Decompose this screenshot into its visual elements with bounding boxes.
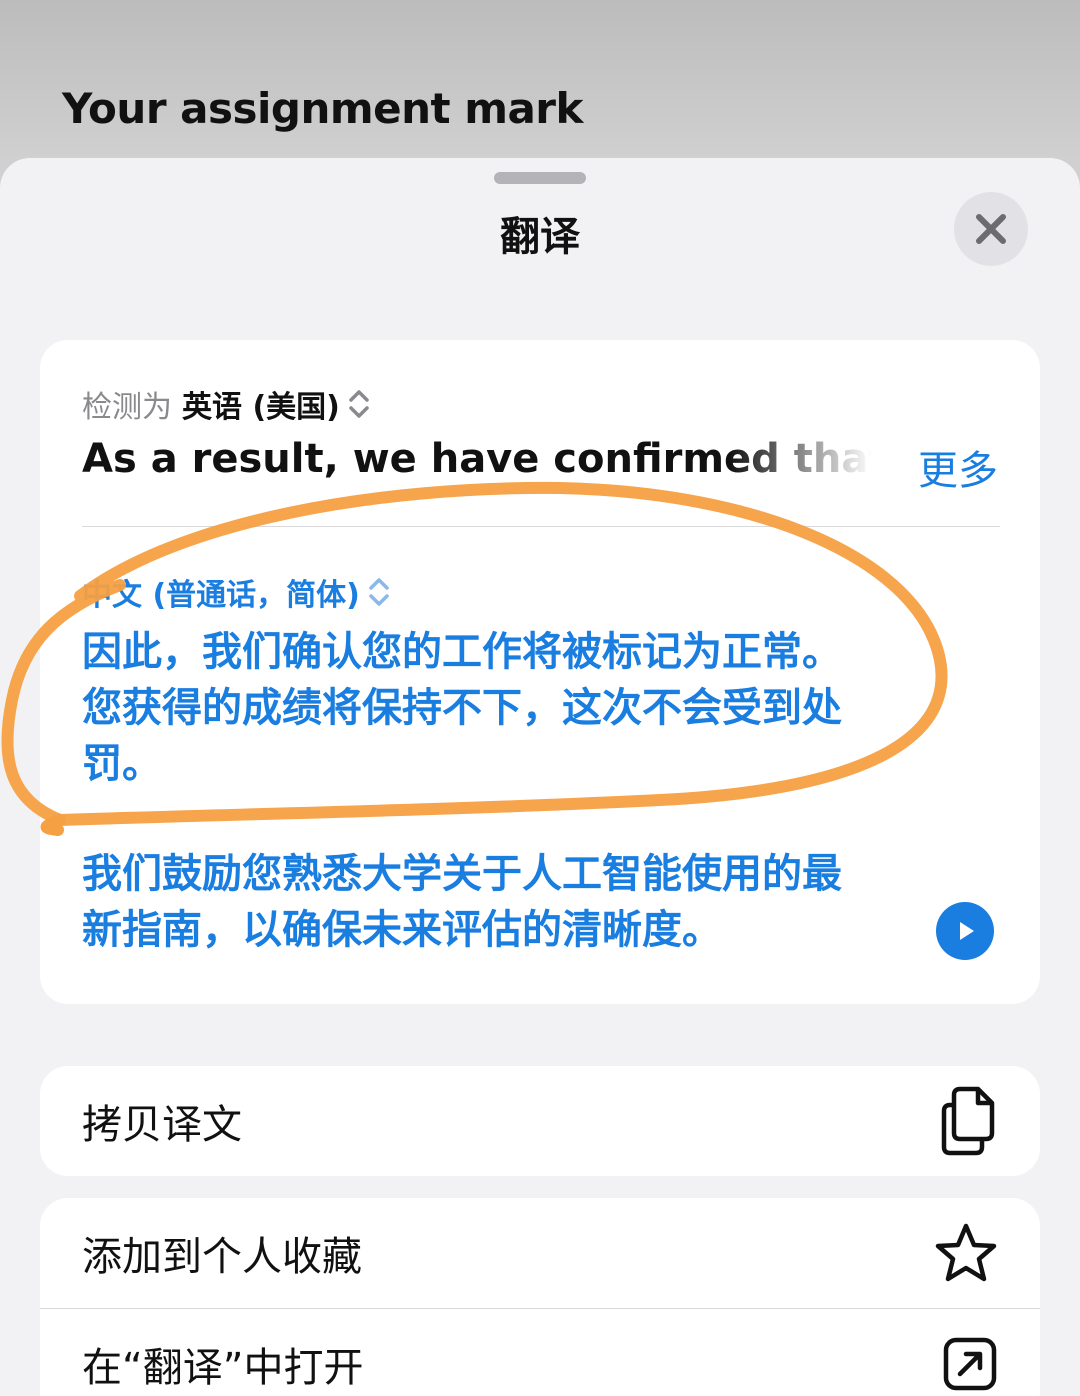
divider [82,526,1000,527]
translated-text: 因此，我们确认您的工作将被标记为正常。您获得的成绩将保持不下，这次不会受到处罚。… [82,624,872,1012]
sheet-grabber[interactable] [494,172,586,184]
translate-sheet: 翻译 检测为 英语 (美国) As a result, we have conf… [0,158,1080,1396]
copy-icon [938,1085,998,1157]
sheet-title: 翻译 [500,214,580,260]
play-icon [960,922,974,940]
chevron-up-down-icon [368,576,390,608]
background-page-title: Your assignment mark [62,84,583,133]
add-to-favorites-button[interactable]: 添加到个人收藏 [40,1198,1040,1308]
action-label: 拷贝译文 [82,1102,242,1148]
translation-card: 检测为 英语 (美国) As a result, we have confirm… [40,340,1040,1004]
action-label: 添加到个人收藏 [82,1234,362,1280]
play-button[interactable] [936,902,994,960]
action-label: 在“翻译”中打开 [82,1345,364,1391]
translation-paragraph: 因此，我们确认您的工作将被标记为正常。您获得的成绩将保持不下，这次不会受到处罚。 [82,629,842,787]
open-external-icon [942,1336,998,1392]
more-button[interactable]: 更多 [918,438,998,496]
chevron-up-down-icon [348,388,370,420]
source-language-selector[interactable]: 检测为 英语 (美国) [82,382,370,426]
close-button[interactable] [954,192,1028,266]
detected-label: 检测为 [82,390,172,425]
copy-translation-button[interactable]: 拷贝译文 [40,1066,1040,1176]
target-language-selector[interactable]: 中文 (普通话，简体) [82,570,390,614]
open-in-translate-button[interactable]: 在“翻译”中打开 [40,1309,1040,1396]
screen: Your assignment mark 翻译 检测为 英语 (美国) As a… [0,0,1080,1396]
translation-paragraph: 我们鼓励您熟悉大学关于人工智能使用的最新指南，以确保未来评估的清晰度。 [82,851,842,953]
copy-action-card: 拷贝译文 [40,1066,1040,1176]
target-language: 中文 (普通话，简体) [82,578,360,613]
source-text: As a result, we have confirmed that y [82,436,872,482]
close-icon [976,214,1006,244]
star-icon [934,1222,998,1284]
source-language: 英语 (美国) [182,390,340,425]
more-actions-card: 添加到个人收藏 在“翻译”中打开 [40,1198,1040,1396]
